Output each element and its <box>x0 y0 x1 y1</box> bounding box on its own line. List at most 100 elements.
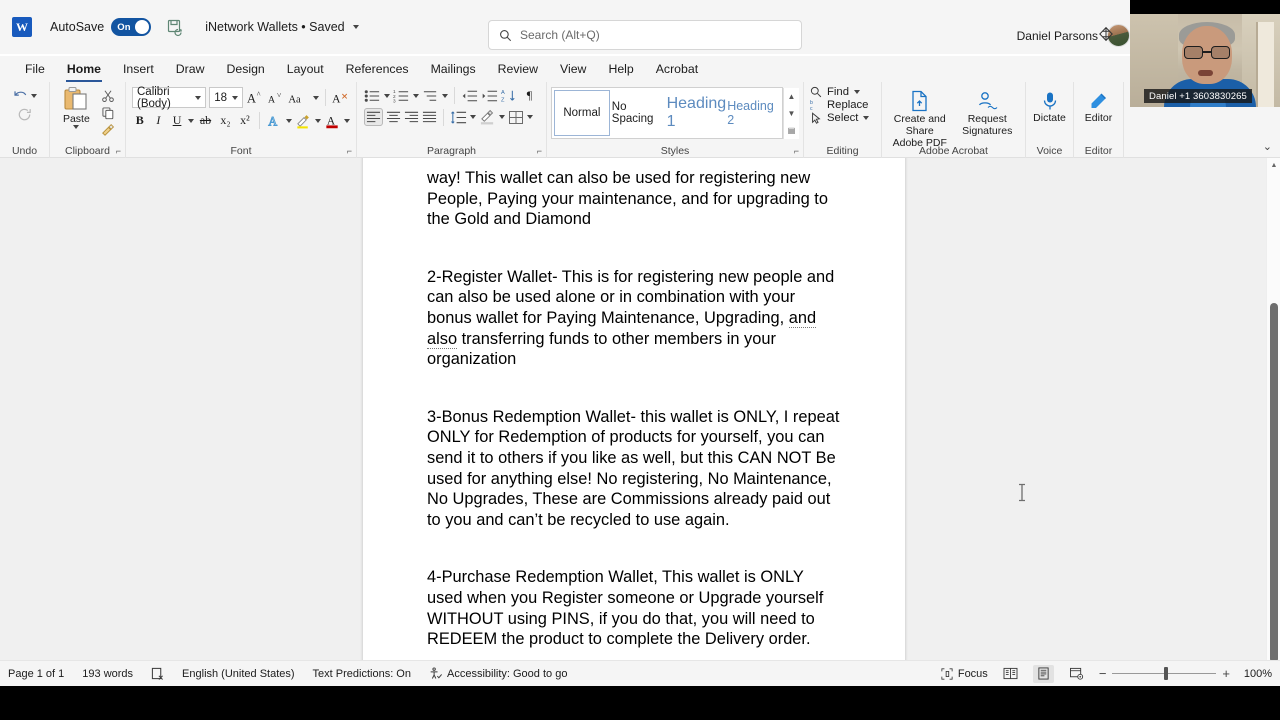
text-predictions-status[interactable]: Text Predictions: On <box>313 668 411 680</box>
autosave-toggle[interactable]: On <box>111 18 152 36</box>
read-mode-view-icon[interactable] <box>1000 665 1021 683</box>
tab-design[interactable]: Design <box>215 59 275 79</box>
align-left-icon[interactable] <box>364 108 383 126</box>
paste-dropdown-icon[interactable] <box>73 125 80 129</box>
paste-button[interactable]: Paste <box>56 86 97 140</box>
styles-scroll-up-icon[interactable]: ▲ <box>788 92 796 101</box>
shading-icon[interactable] <box>479 109 496 125</box>
diamond-icon[interactable] <box>1098 26 1114 42</box>
borders-chevron-down-icon[interactable] <box>527 115 533 119</box>
style-normal[interactable]: Normal <box>554 90 610 136</box>
styles-dialog-launcher[interactable]: ⌐ <box>794 146 799 156</box>
tab-help[interactable]: Help <box>597 59 644 79</box>
page-count[interactable]: Page 1 of 1 <box>8 668 64 680</box>
style-heading-2[interactable]: Heading 2 <box>727 88 782 138</box>
zoom-track[interactable] <box>1112 667 1217 680</box>
strikethrough-icon[interactable]: ab <box>197 113 214 128</box>
document-title[interactable]: iNetwork Wallets • Saved <box>205 20 359 34</box>
increase-font-size-icon[interactable]: A ^ <box>246 90 264 106</box>
increase-indent-icon[interactable] <box>481 88 498 104</box>
paragraph-2[interactable]: 2-Register Wallet- This is for registeri… <box>427 267 841 370</box>
search-box[interactable]: Search (Alt+Q) <box>488 20 802 50</box>
collapse-ribbon-icon[interactable]: ⌄ <box>1263 140 1272 153</box>
create-and-share-adobe-pdf-button[interactable]: Create and Share Adobe PDF <box>888 87 952 149</box>
bullet-list-chevron-down-icon[interactable] <box>384 93 390 98</box>
webcam-overlay[interactable]: Daniel +1 3603830265 <box>1130 14 1280 107</box>
replace-button[interactable]: bc Replace <box>810 99 877 111</box>
multilevel-list-icon[interactable] <box>422 88 439 104</box>
font-name-chevron-down-icon[interactable] <box>195 95 202 100</box>
undo-dropdown-icon[interactable] <box>31 93 37 98</box>
align-center-icon[interactable] <box>386 110 401 124</box>
format-painter-icon[interactable] <box>101 123 115 137</box>
tab-insert[interactable]: Insert <box>112 59 165 79</box>
find-button[interactable]: Find <box>810 86 877 98</box>
shading-chevron-down-icon[interactable] <box>499 115 505 119</box>
zoom-in-button[interactable]: + <box>1222 667 1230 680</box>
numbered-list-chevron-down-icon[interactable] <box>413 93 419 98</box>
chevron-down-icon[interactable] <box>352 25 359 29</box>
change-case-chevron-down-icon[interactable] <box>313 95 320 100</box>
select-button[interactable]: Select <box>810 112 877 124</box>
styles-scroll-down-icon[interactable]: ▼ <box>788 109 796 118</box>
subscript-icon[interactable]: x₂ <box>217 113 233 128</box>
clipboard-dialog-launcher[interactable]: ⌐ <box>116 146 121 156</box>
multilevel-list-chevron-down-icon[interactable] <box>442 93 448 98</box>
print-layout-view-icon[interactable] <box>1032 664 1054 683</box>
zoom-slider[interactable]: − + <box>1099 667 1230 680</box>
focus-button[interactable]: Focus <box>941 668 988 680</box>
styles-more-icon[interactable]: ▤ <box>788 126 796 135</box>
save-icon[interactable] <box>165 17 185 37</box>
document-page[interactable]: way! This wallet can also be used for re… <box>363 158 905 686</box>
redo-icon[interactable] <box>16 106 33 123</box>
tab-layout[interactable]: Layout <box>276 59 335 79</box>
text-effects-icon[interactable]: A <box>266 113 283 129</box>
autosave-control[interactable]: AutoSave On <box>50 18 152 36</box>
paragraph-4[interactable]: 4-Purchase Redemption Wallet, This walle… <box>427 567 841 649</box>
font-name-combo[interactable]: Calibri (Body) <box>132 86 207 110</box>
paragraph-3[interactable]: 3-Bonus Redemption Wallet- this wallet i… <box>427 407 841 531</box>
request-signatures-button[interactable]: Request Signatures <box>956 87 1020 140</box>
document-canvas[interactable]: way! This wallet can also be used for re… <box>0 158 1280 686</box>
sort-icon[interactable]: AZ <box>501 88 518 104</box>
accessibility-status[interactable]: Accessibility: Good to go <box>429 667 567 680</box>
show-formatting-marks-icon[interactable]: ¶ <box>521 88 538 103</box>
tab-references[interactable]: References <box>335 59 420 79</box>
undo-icon[interactable] <box>12 87 29 104</box>
italic-icon[interactable]: I <box>151 113 167 128</box>
editor-button[interactable]: Editor <box>1080 88 1117 140</box>
bold-icon[interactable]: B <box>132 113 148 128</box>
paragraph-1[interactable]: way! This wallet can also be used for re… <box>427 168 841 230</box>
line-spacing-icon[interactable] <box>450 110 467 125</box>
tab-view[interactable]: View <box>549 59 597 79</box>
cut-icon[interactable] <box>101 89 115 103</box>
font-color-icon[interactable]: A <box>324 112 341 129</box>
style-heading-1[interactable]: Heading 1 <box>667 88 728 138</box>
underline-chevron-down-icon[interactable] <box>187 118 194 123</box>
clear-formatting-icon[interactable]: A <box>332 90 350 106</box>
align-right-icon[interactable] <box>404 110 419 124</box>
dictate-button[interactable]: Dictate <box>1032 88 1067 140</box>
font-color-chevron-down-icon[interactable] <box>344 118 351 123</box>
decrease-font-size-icon[interactable]: A ˅ <box>267 90 285 106</box>
tab-acrobat[interactable]: Acrobat <box>645 59 709 79</box>
text-effects-chevron-down-icon[interactable] <box>286 118 293 123</box>
line-spacing-chevron-down-icon[interactable] <box>470 115 476 119</box>
font-size-combo[interactable]: 18 <box>209 87 244 108</box>
select-chevron-down-icon[interactable] <box>863 116 870 120</box>
decrease-indent-icon[interactable] <box>461 88 478 104</box>
paragraph-dialog-launcher[interactable]: ⌐ <box>537 146 542 156</box>
zoom-level[interactable]: 100% <box>1242 668 1272 680</box>
document-vertical-scrollbar[interactable]: ▲ ▼ <box>1266 158 1280 686</box>
style-no-spacing[interactable]: No Spacing <box>612 88 667 138</box>
find-chevron-down-icon[interactable] <box>853 90 860 94</box>
font-size-chevron-down-icon[interactable] <box>232 95 239 100</box>
scroll-up-arrow-icon[interactable]: ▲ <box>1267 158 1280 172</box>
scrollbar-thumb[interactable] <box>1270 303 1278 663</box>
tab-home[interactable]: Home <box>56 59 112 82</box>
styles-gallery[interactable]: Normal No Spacing Heading 1 Heading 2 <box>551 87 783 139</box>
zoom-out-button[interactable]: − <box>1099 667 1107 680</box>
zoom-thumb[interactable] <box>1164 667 1169 680</box>
web-layout-view-icon[interactable] <box>1066 665 1087 683</box>
bullet-list-icon[interactable] <box>364 88 381 104</box>
